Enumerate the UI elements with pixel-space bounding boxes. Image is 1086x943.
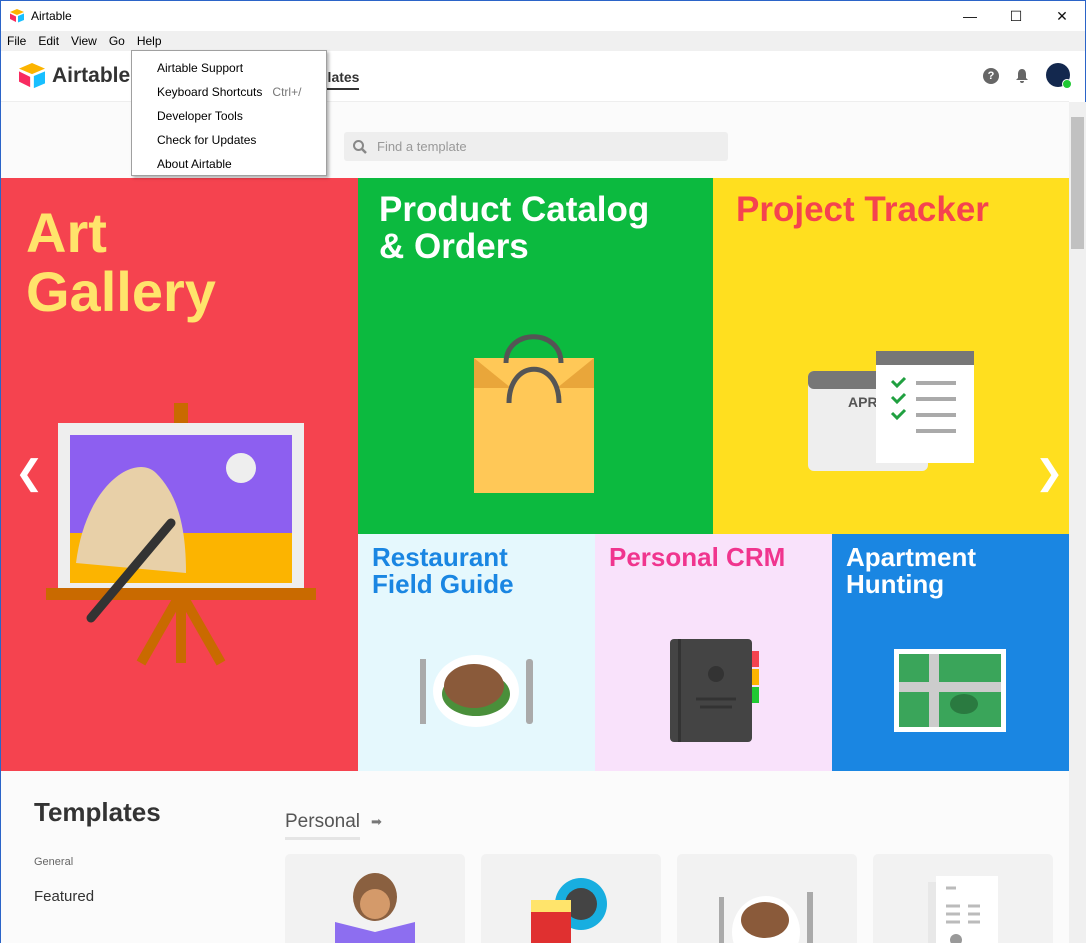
maximize-button[interactable]: ☐	[993, 1, 1039, 31]
hero-tile-project-tracker[interactable]: Project Tracker APR ❯	[713, 178, 1069, 534]
calendar-checklist-illustration: APR	[808, 351, 974, 471]
template-card[interactable]	[677, 854, 857, 943]
svg-text:APR: APR	[848, 394, 878, 410]
airtable-logo-icon	[10, 9, 24, 23]
menu-item-airtable-support[interactable]: Airtable Support	[132, 56, 326, 80]
hero-tile-restaurant-field-guide[interactable]: Restaurant Field Guide	[358, 534, 595, 771]
minimize-button[interactable]: —	[947, 1, 993, 31]
help-icon[interactable]: ?	[983, 68, 999, 84]
templates-heading: Templates	[34, 797, 161, 827]
hero-tile-apartment-hunting[interactable]: Apartment Hunting	[832, 534, 1069, 771]
vertical-scrollbar[interactable]	[1069, 102, 1086, 943]
scrollbar-thumb[interactable]	[1071, 117, 1084, 249]
menu-item-about-airtable[interactable]: About Airtable	[132, 152, 326, 176]
steak-plate-illustration	[420, 655, 533, 727]
main-content: Find a template Art Gallery ❮ Product Ca…	[1, 102, 1069, 943]
document-illustration	[928, 876, 998, 943]
airtable-logo-icon	[19, 63, 45, 89]
arrow-right-icon[interactable]: ➡	[371, 814, 382, 830]
template-card[interactable]	[481, 854, 661, 943]
hero-tile-product-catalog[interactable]: Product Catalog & Orders	[358, 178, 713, 534]
hero-tile-art-gallery[interactable]: Art Gallery ❮	[1, 178, 358, 771]
search-input[interactable]: Find a template	[344, 132, 728, 161]
menu-bar: File Edit View Go Help	[1, 31, 1085, 51]
template-card[interactable]	[285, 854, 465, 943]
shopping-bag-illustration	[474, 334, 594, 493]
easel-painting-illustration	[46, 403, 316, 666]
search-icon	[353, 139, 367, 154]
airtable-logo[interactable]: Airtable	[17, 63, 130, 89]
menu-go[interactable]: Go	[103, 34, 131, 48]
reading-person-illustration	[335, 873, 415, 943]
title-bar: Airtable — ☐ ✕	[1, 1, 1085, 31]
template-card[interactable]	[873, 854, 1053, 943]
window-title: Airtable	[31, 9, 72, 23]
avatar[interactable]	[1046, 63, 1072, 89]
hero-tile-personal-crm[interactable]: Personal CRM	[595, 534, 832, 771]
menu-file[interactable]: File	[1, 34, 32, 48]
menu-edit[interactable]: Edit	[32, 34, 65, 48]
menu-item-keyboard-shortcuts[interactable]: Keyboard Shortcuts Ctrl+/	[132, 80, 326, 104]
map-illustration	[894, 649, 1006, 732]
help-menu-dropdown: Airtable Support Keyboard Shortcuts Ctrl+…	[131, 50, 327, 176]
address-book-illustration	[670, 639, 759, 742]
nav-featured[interactable]: Featured	[34, 888, 94, 905]
menu-help[interactable]: Help	[131, 34, 168, 48]
section-label-general: General	[34, 856, 74, 868]
carousel-next-arrow[interactable]: ❯	[1035, 453, 1064, 493]
category-personal[interactable]: Personal	[285, 811, 360, 840]
menu-view[interactable]: View	[65, 34, 103, 48]
movie-reel-illustration	[531, 878, 607, 943]
menu-item-check-for-updates[interactable]: Check for Updates	[132, 128, 326, 152]
carousel-prev-arrow[interactable]: ❮	[15, 453, 44, 493]
steak-plate-illustration	[719, 892, 813, 943]
bell-icon[interactable]	[1014, 68, 1030, 84]
menu-item-developer-tools[interactable]: Developer Tools	[132, 104, 326, 128]
close-button[interactable]: ✕	[1039, 1, 1085, 31]
